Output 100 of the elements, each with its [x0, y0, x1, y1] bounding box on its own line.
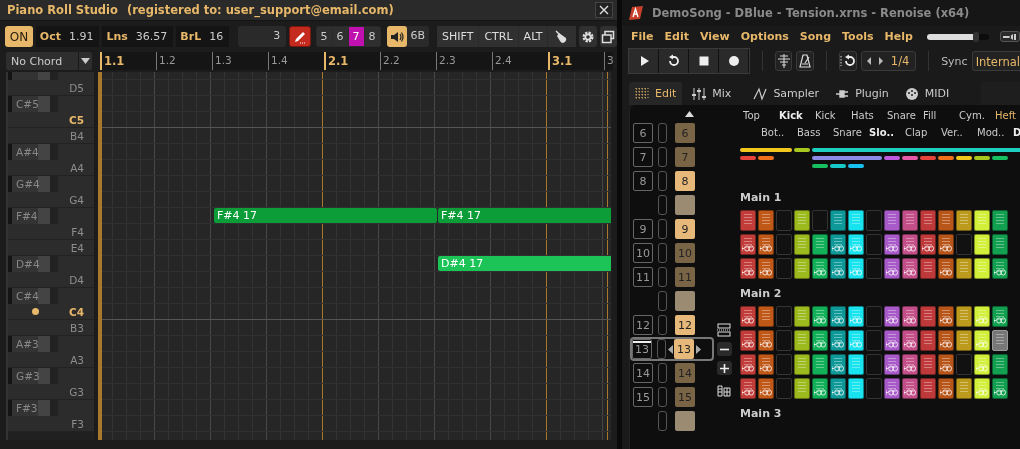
clip-slot[interactable] — [992, 258, 1008, 279]
clip-slot[interactable] — [830, 354, 846, 375]
tab[interactable]: Mix — [686, 82, 738, 105]
mute-slot[interactable] — [658, 315, 667, 335]
slider-thumb[interactable] — [973, 31, 980, 42]
clip-slot[interactable] — [848, 306, 864, 327]
piano-key[interactable]: F4 — [8, 224, 94, 239]
piano-key[interactable]: F3 — [8, 416, 94, 431]
clip-slot[interactable] — [794, 210, 810, 231]
clip-slot[interactable] — [974, 354, 990, 375]
clip-slot[interactable] — [920, 210, 936, 231]
menu-item[interactable]: Edit — [664, 30, 689, 43]
clip-slot[interactable] — [902, 210, 918, 231]
clip-slot[interactable] — [884, 378, 900, 399]
clip-slot[interactable] — [974, 306, 990, 327]
mouse-button[interactable] — [548, 26, 577, 47]
clip-slot[interactable] — [902, 354, 918, 375]
clip-slot[interactable] — [794, 378, 810, 399]
clip-slot[interactable] — [920, 354, 936, 375]
clip-slot[interactable] — [884, 234, 900, 255]
panel-button[interactable] — [999, 31, 1020, 42]
clip-slot[interactable] — [830, 330, 846, 351]
clip-slot[interactable] — [794, 258, 810, 279]
sequence-index[interactable]: 8 — [633, 171, 653, 191]
clip-slot[interactable] — [848, 354, 864, 375]
mute-slot[interactable] — [658, 195, 667, 215]
track-name[interactable]: Top — [740, 110, 760, 127]
readout-field[interactable]: Oct 1.91 — [35, 26, 100, 47]
menu-item[interactable]: Options — [740, 30, 789, 43]
clip-slot[interactable] — [830, 306, 846, 327]
track-name[interactable]: Cym. — [956, 110, 985, 127]
clip-slot[interactable] — [938, 258, 954, 279]
mute-slot[interactable] — [658, 267, 667, 287]
clip-slot[interactable] — [848, 258, 864, 279]
pencil-button[interactable] — [289, 26, 311, 47]
clip-slot[interactable] — [902, 258, 918, 279]
clip-slot[interactable] — [740, 330, 756, 351]
menu-item[interactable]: Help — [884, 30, 913, 43]
track-name[interactable]: Bot.. — [758, 127, 785, 144]
selection-outline[interactable]: 13 13 — [630, 337, 714, 361]
clip-slot[interactable] — [812, 258, 828, 279]
modifier-button[interactable]: ALT — [518, 26, 548, 47]
sequence-index[interactable]: 12 — [633, 315, 653, 335]
speaker-button[interactable] — [386, 26, 407, 47]
pattern-block[interactable]: 12 — [675, 315, 695, 335]
sequence-index[interactable]: 7 — [633, 147, 653, 167]
piano-key[interactable]: D4 — [8, 272, 94, 287]
piano-key[interactable]: G#4 — [8, 176, 58, 192]
clip-slot[interactable] — [992, 234, 1008, 255]
clip-slot[interactable] — [884, 330, 900, 351]
arrow-left-icon[interactable] — [667, 344, 673, 354]
clip-slot[interactable] — [920, 378, 936, 399]
mute-slot[interactable] — [658, 147, 667, 167]
clip-slot[interactable] — [758, 258, 774, 279]
clip-slot[interactable] — [920, 258, 936, 279]
window-button[interactable] — [599, 26, 617, 47]
clip-slot[interactable] — [740, 234, 756, 255]
clip-slot[interactable] — [956, 258, 972, 279]
clip-slot[interactable] — [902, 306, 918, 327]
sequence-index[interactable]: 15 — [633, 387, 653, 407]
clip-slot[interactable] — [938, 234, 954, 255]
track-name[interactable]: Snare — [830, 127, 862, 144]
tab[interactable]: Edit — [629, 82, 683, 105]
modifier-button[interactable]: CTRL — [479, 26, 518, 47]
clip-slot[interactable] — [794, 234, 810, 255]
tab[interactable]: Plugin — [829, 82, 895, 105]
clip-slot[interactable] — [884, 210, 900, 231]
arrow-right-icon[interactable] — [695, 344, 701, 354]
track-name[interactable]: Bass — [794, 127, 821, 144]
clip-slot[interactable] — [956, 378, 972, 399]
clip-slot[interactable] — [794, 330, 810, 351]
clip-slot[interactable] — [740, 210, 756, 231]
add-button[interactable] — [716, 361, 732, 375]
readout-field[interactable]: BrL 16 — [176, 26, 230, 47]
clip-slot[interactable] — [992, 354, 1008, 375]
clip-slot[interactable] — [884, 258, 900, 279]
tab[interactable]: Sampler — [747, 82, 826, 105]
menu-item[interactable]: File — [631, 30, 654, 43]
piano-key[interactable]: C#4 — [8, 288, 58, 304]
clip-slot[interactable] — [938, 378, 954, 399]
clip-slot[interactable] — [884, 354, 900, 375]
track-name[interactable]: Ver.. — [938, 127, 963, 144]
clip-slot[interactable] — [758, 330, 774, 351]
clip-slot[interactable] — [740, 354, 756, 375]
clip-slot[interactable] — [740, 258, 756, 279]
table-icon[interactable] — [717, 385, 731, 397]
track-name[interactable]: Kick — [776, 110, 803, 127]
sequence-index[interactable]: 9 — [633, 219, 653, 239]
scroll-up-icon[interactable] — [685, 111, 694, 117]
clip-slot[interactable] — [830, 210, 846, 231]
piano-key[interactable]: A3 — [8, 352, 94, 367]
remove-button[interactable] — [716, 342, 732, 356]
clip-slot[interactable] — [974, 210, 990, 231]
track-name[interactable]: Snare — [884, 110, 916, 127]
power-toggle[interactable]: ON — [5, 26, 33, 47]
sequence-index[interactable]: 14 — [633, 363, 653, 383]
clip-slot[interactable] — [920, 234, 936, 255]
clip-slot[interactable] — [830, 258, 846, 279]
grid-size-button[interactable]: 6 — [332, 27, 348, 46]
mute-slot[interactable] — [658, 243, 667, 263]
